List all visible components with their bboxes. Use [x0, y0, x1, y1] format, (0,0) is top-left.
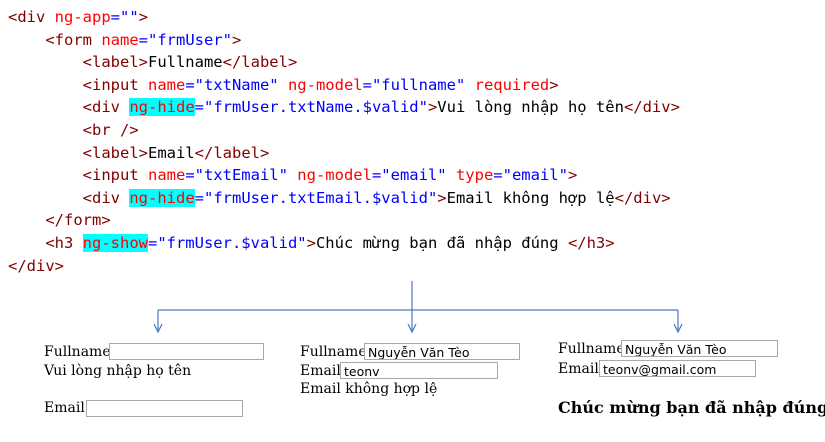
email-label: Email: [44, 400, 85, 416]
email-input[interactable]: teonv@gmail.com: [599, 360, 756, 377]
fullname-input[interactable]: [109, 343, 264, 360]
fullname-label: Fullname: [44, 344, 111, 360]
fullname-input[interactable]: Nguyễn Văn Tèo: [364, 343, 520, 360]
fullname-label: Fullname: [558, 341, 625, 357]
email-label: Email: [558, 361, 599, 377]
email-input[interactable]: [86, 400, 243, 417]
fullname-label: Fullname: [300, 344, 367, 360]
email-label: Email: [300, 363, 341, 379]
email-input[interactable]: teonv: [340, 362, 498, 379]
email-error-message: Email không hợp lệ: [300, 381, 438, 397]
fullname-input[interactable]: Nguyễn Văn Tèo: [621, 340, 778, 357]
name-error-message: Vui lòng nhập họ tên: [44, 363, 192, 379]
success-heading: Chúc mừng bạn đã nhập đúng: [558, 398, 825, 417]
